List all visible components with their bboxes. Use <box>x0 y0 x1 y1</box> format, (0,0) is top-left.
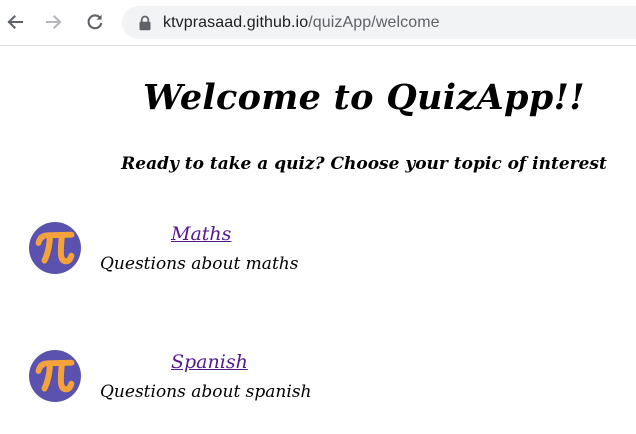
lock-icon <box>139 15 151 31</box>
reload-icon <box>87 14 103 30</box>
topic-item-spanish: Spanish Questions about spanish <box>29 348 629 408</box>
address-bar[interactable]: ktvprasaad.github.io/quizApp/welcome <box>122 6 636 39</box>
pi-icon <box>29 350 81 402</box>
arrow-left-icon <box>7 15 24 29</box>
url-text: ktvprasaad.github.io/quizApp/welcome <box>163 6 440 39</box>
topic-item-maths: Maths Questions about maths <box>29 220 629 280</box>
reload-button[interactable] <box>81 8 109 36</box>
back-button[interactable] <box>1 8 29 36</box>
topic-description-maths: Questions about maths <box>100 254 299 274</box>
pi-icon <box>29 222 81 274</box>
topic-link-spanish[interactable]: Spanish <box>171 348 248 376</box>
arrow-right-icon <box>45 15 62 29</box>
forward-button[interactable] <box>40 8 68 36</box>
url-path: /quizApp/welcome <box>308 14 440 31</box>
browser-toolbar: ktvprasaad.github.io/quizApp/welcome <box>0 0 636 46</box>
page-title: Welcome to QuizApp!! <box>143 77 585 118</box>
page-subtitle: Ready to take a quiz? Choose your topic … <box>121 154 607 174</box>
topic-link-maths[interactable]: Maths <box>171 220 231 248</box>
url-domain: ktvprasaad.github.io <box>163 14 309 31</box>
topic-description-spanish: Questions about spanish <box>100 382 312 402</box>
